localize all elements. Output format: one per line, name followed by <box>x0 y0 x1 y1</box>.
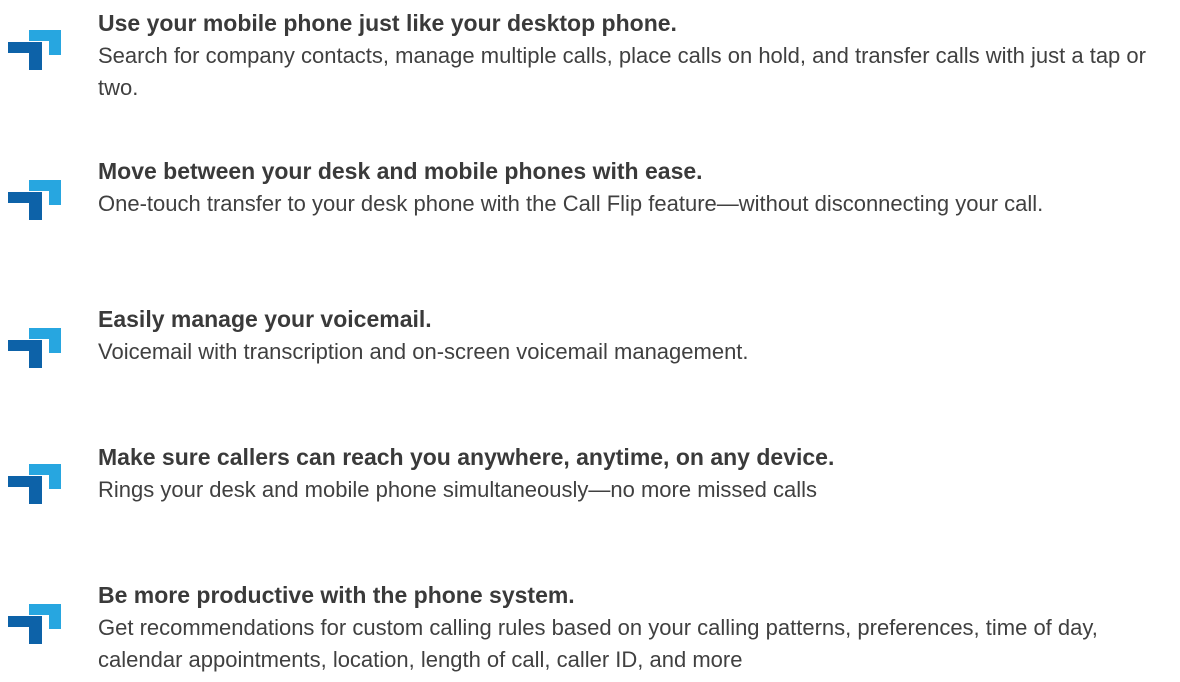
bracket-logo-icon <box>8 178 64 220</box>
feature-title: Be more productive with the phone system… <box>98 582 575 608</box>
feature-text: Easily manage your voicemail. Voicemail … <box>98 304 1158 368</box>
feature-title: Easily manage your voicemail. <box>98 306 432 332</box>
feature-title: Make sure callers can reach you anywhere… <box>98 444 835 470</box>
feature-title: Move between your desk and mobile phones… <box>98 158 703 184</box>
feature-description: Rings your desk and mobile phone simulta… <box>98 477 818 502</box>
feature-text: Use your mobile phone just like your des… <box>98 8 1158 104</box>
bracket-logo-icon <box>8 326 64 368</box>
feature-description: Get recommendations for custom calling r… <box>98 615 1098 672</box>
feature-title: Use your mobile phone just like your des… <box>98 10 677 36</box>
bracket-logo-icon <box>8 602 64 644</box>
feature-description: One-touch transfer to your desk phone wi… <box>98 191 1044 216</box>
bracket-logo-icon <box>8 28 64 70</box>
bracket-logo-icon <box>8 462 64 504</box>
feature-description: Search for company contacts, manage mult… <box>98 43 1146 100</box>
feature-text: Be more productive with the phone system… <box>98 580 1158 676</box>
feature-text: Move between your desk and mobile phones… <box>98 156 1158 220</box>
feature-text: Make sure callers can reach you anywhere… <box>98 442 1158 506</box>
feature-description: Voicemail with transcription and on-scre… <box>98 339 749 364</box>
